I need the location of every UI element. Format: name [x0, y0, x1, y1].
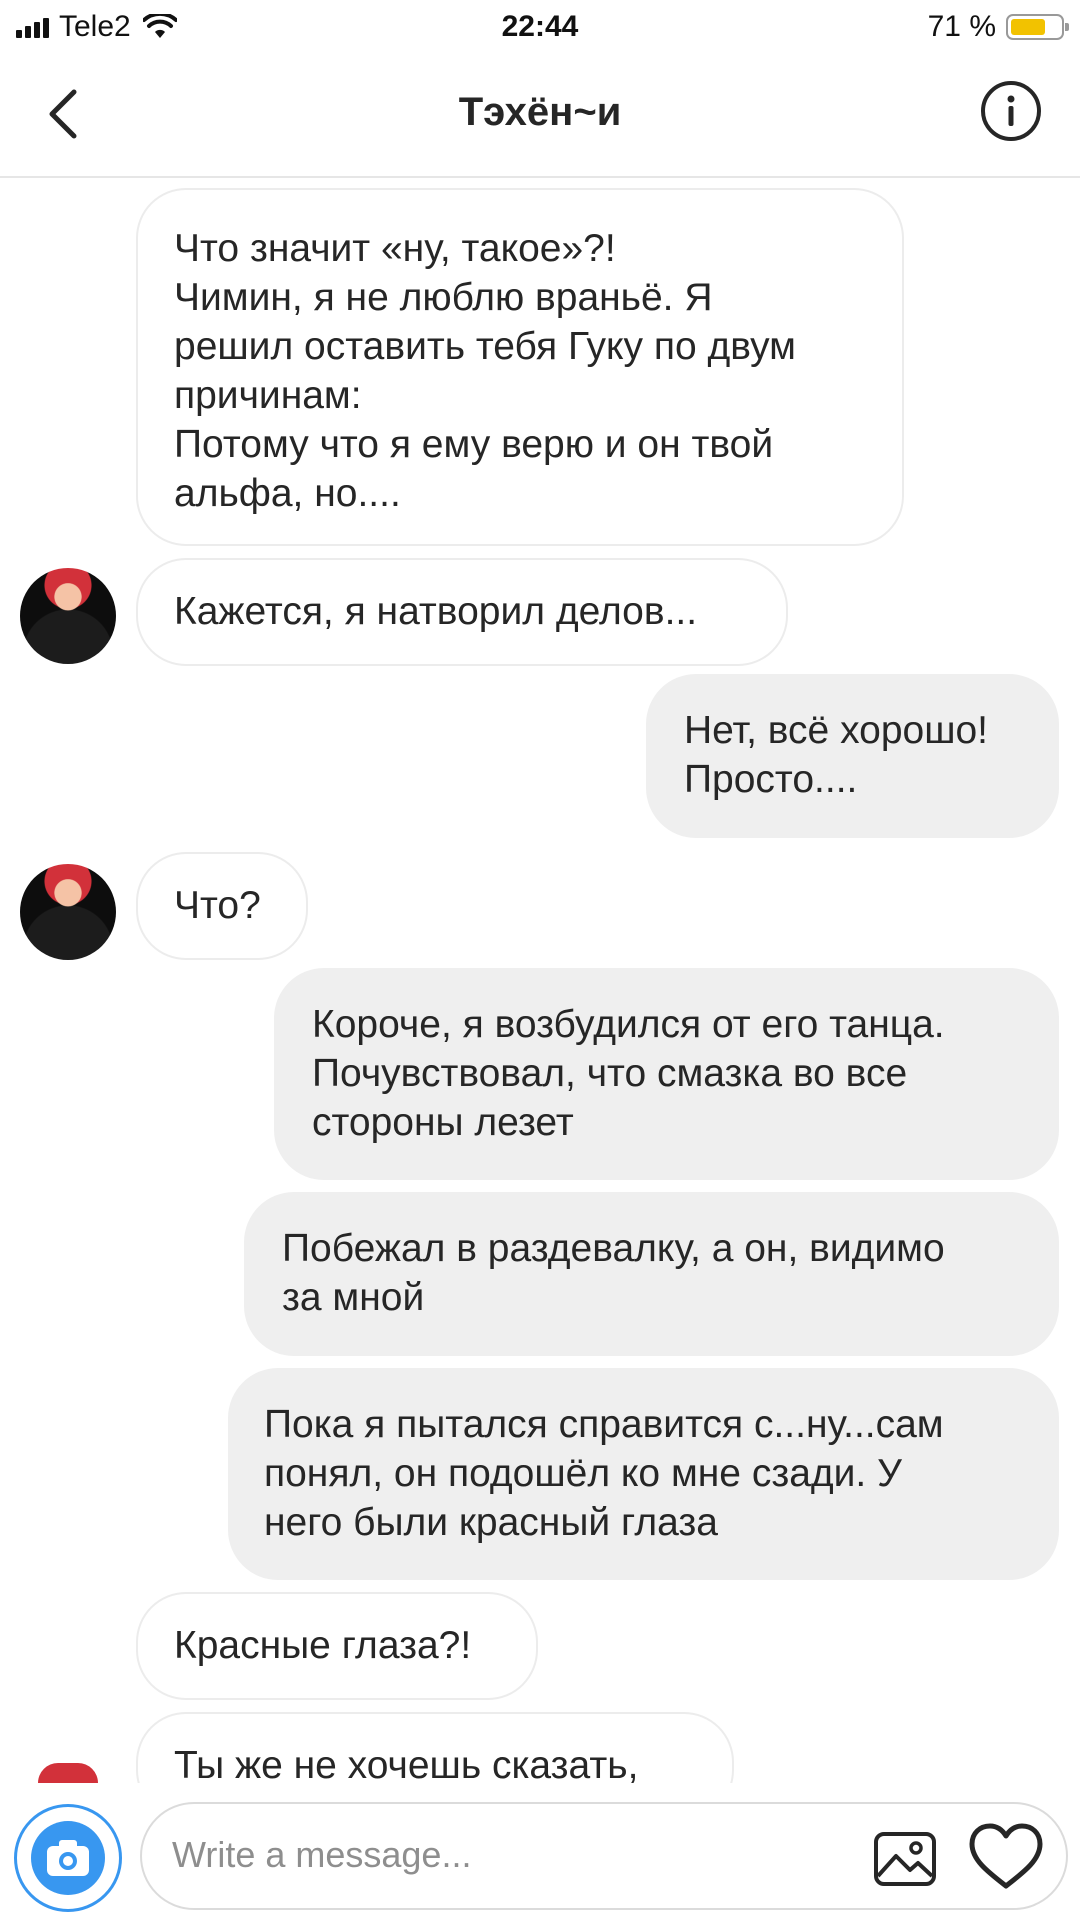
battery-percent: 71 %	[927, 10, 996, 43]
incoming-message: Что значит «ну, такое»?! Чимин, я не люб…	[136, 188, 904, 546]
gallery-icon[interactable]	[872, 1826, 938, 1892]
incoming-message: Кажется, я натворил делов...	[136, 558, 788, 666]
incoming-message: Ты же не хочешь сказать,	[136, 1712, 734, 1783]
message-placeholder: Write a message...	[172, 1834, 472, 1875]
incoming-message: Красные глаза?!	[136, 1592, 538, 1700]
message-composer: Write a message...	[0, 1784, 1080, 1920]
outgoing-message: Короче, я возбудился от его танца. Почув…	[274, 968, 1059, 1180]
camera-icon	[31, 1821, 105, 1895]
message-thread[interactable]: Что значит «ну, такое»?! Чимин, я не люб…	[0, 178, 1080, 1783]
status-bar: Tele2 22:44 71 %	[0, 0, 1080, 56]
outgoing-message: Нет, всё хорошо! Просто....	[646, 674, 1059, 838]
outgoing-message: Побежал в раздевалку, а он, видимо за мн…	[244, 1192, 1059, 1356]
status-time: 22:44	[501, 10, 579, 43]
outgoing-message: Пока я пытался справится с...ну...сам по…	[228, 1368, 1059, 1580]
sender-avatar[interactable]	[20, 864, 116, 960]
incoming-message: Что?	[136, 852, 308, 960]
chat-title[interactable]: Тэхён~и	[0, 90, 1080, 135]
info-icon[interactable]	[980, 80, 1042, 142]
chat-header: Тэхён~и	[0, 56, 1080, 178]
message-input[interactable]: Write a message...	[140, 1802, 1068, 1910]
battery-icon	[1006, 14, 1069, 40]
sender-avatar[interactable]	[38, 1763, 98, 1783]
status-right: 71 %	[927, 10, 1069, 44]
camera-button[interactable]	[14, 1804, 122, 1912]
heart-icon[interactable]	[968, 1822, 1044, 1892]
sender-avatar[interactable]	[20, 568, 116, 664]
